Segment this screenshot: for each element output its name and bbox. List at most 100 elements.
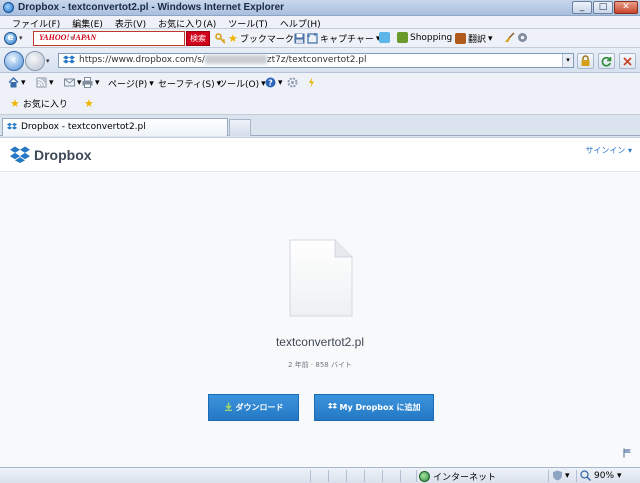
svg-text:?: ?: [268, 79, 273, 88]
chevron-down-icon[interactable]: ▾: [46, 57, 50, 65]
download-label: ダウンロード: [235, 403, 284, 412]
status-divider: [416, 470, 417, 482]
stop-icon[interactable]: [619, 53, 636, 69]
home-button[interactable]: ▾: [8, 77, 26, 88]
print-button[interactable]: ▾: [82, 77, 100, 88]
page-content: Dropbox サインイン ▾ textconvertot2.pl 2 年前 ·…: [0, 137, 640, 467]
status-divider: [400, 470, 401, 482]
cart-icon: [397, 32, 408, 43]
tab-label: Dropbox - textconvertot2.pl: [21, 122, 146, 132]
address-dropdown[interactable]: ▾: [562, 54, 573, 67]
mail-icon: [64, 77, 75, 88]
printer-icon: [82, 77, 93, 88]
page-menu[interactable]: ページ(P) ▾: [108, 77, 154, 91]
ie-menu-button[interactable]: e ▾: [4, 31, 28, 46]
add-to-dropbox-button[interactable]: My Dropbox に追加: [314, 394, 434, 421]
favorites-button[interactable]: ★ お気に入り: [10, 97, 68, 110]
flag-icon[interactable]: [623, 448, 632, 458]
back-button[interactable]: ‹: [4, 51, 24, 71]
capture-button[interactable]: キャプチャー ▾: [294, 32, 380, 45]
broom-button[interactable]: [504, 32, 528, 43]
chevron-down-icon: ▾: [617, 470, 622, 481]
new-tab-button[interactable]: [229, 119, 251, 136]
rss-icon: [36, 77, 47, 88]
yahoo-logo: YAHOO! JAPAN: [39, 33, 97, 42]
shield-icon: [552, 470, 563, 481]
download-icon: [224, 396, 233, 411]
key-icon: [215, 33, 226, 44]
add-favorite-icon[interactable]: ★: [84, 97, 94, 110]
status-divider: [576, 470, 577, 482]
download-button[interactable]: ダウンロード: [208, 394, 299, 421]
dropbox-logo-text[interactable]: Dropbox: [34, 147, 92, 163]
refresh-icon[interactable]: [598, 53, 615, 69]
signin-link[interactable]: サインイン ▾: [585, 145, 632, 156]
redacted-segment: [204, 55, 267, 64]
capture-icon: [307, 33, 318, 44]
lock-icon[interactable]: [577, 53, 594, 69]
yahoo-toolbar: e ▾ YAHOO! JAPAN ▾ 検索 ★ ブックマーク キャプチャー ▾ …: [0, 29, 640, 48]
chevron-down-icon: ▾: [149, 78, 154, 89]
url-suffix: zt7z/textconvertot2.pl: [266, 55, 367, 65]
status-divider: [328, 470, 329, 482]
twitter-button[interactable]: [379, 32, 390, 43]
minimize-button[interactable]: _: [572, 1, 592, 14]
close-button[interactable]: ✕: [614, 1, 638, 14]
address-bar[interactable]: https://www.dropbox.com/s/zt7z/textconve…: [58, 53, 574, 68]
chevron-down-icon: ▾: [19, 34, 23, 42]
chevron-down-icon: ▾: [95, 77, 100, 88]
mail-button[interactable]: ▾: [64, 77, 82, 88]
security-zone[interactable]: インターネット: [419, 470, 496, 483]
window-title: Dropbox - textconvertot2.pl - Windows In…: [18, 2, 285, 13]
yahoo-search-button[interactable]: 検索: [186, 31, 210, 46]
chevron-down-icon: ▾: [565, 470, 570, 481]
shopping-label: Shopping: [410, 32, 453, 43]
star-icon: ★: [228, 32, 238, 45]
research-button[interactable]: [287, 77, 298, 88]
zoom-icon: [580, 470, 592, 482]
star-icon: ★: [10, 97, 20, 110]
shopping-button[interactable]: Shopping: [397, 32, 452, 43]
zoom-level: 90%: [594, 470, 615, 481]
chevron-down-icon: ▾: [49, 77, 54, 88]
protected-mode-button[interactable]: ▾: [552, 470, 570, 481]
feeds-button[interactable]: ▾: [36, 77, 54, 88]
file-icon: [289, 239, 353, 317]
tools-menu[interactable]: ツール(O) ▾: [218, 77, 266, 91]
yahoo-search-input[interactable]: YAHOO! JAPAN ▾: [33, 31, 185, 46]
status-divider: [346, 470, 347, 482]
bookmark-button[interactable]: ★ ブックマーク: [215, 32, 294, 45]
maximize-button[interactable]: □: [593, 1, 613, 14]
options-icon: [517, 32, 528, 43]
flash-button[interactable]: [306, 77, 317, 88]
help-icon: ?: [265, 77, 276, 88]
dropbox-logo-icon[interactable]: [10, 146, 30, 163]
safety-menu[interactable]: セーフティ(S) ▾: [158, 77, 221, 91]
chevron-down-icon: ▾: [278, 77, 283, 88]
dropbox-header: Dropbox サインイン ▾: [0, 138, 640, 172]
translate-icon: [455, 33, 466, 44]
dropbox-icon: [327, 396, 337, 409]
forward-button[interactable]: ›: [25, 51, 45, 71]
status-divider: [364, 470, 365, 482]
tab-dropbox[interactable]: Dropbox - textconvertot2.pl: [2, 118, 228, 136]
url-prefix: https://www.dropbox.com/s/: [79, 55, 205, 65]
chevron-down-icon: ▾: [21, 77, 26, 88]
twitter-icon: [379, 32, 390, 43]
chevron-down-icon: ▾: [77, 77, 82, 88]
status-divider: [382, 470, 383, 482]
menu-bar: ファイル(F) 編集(E) 表示(V) お気に入り(A) ツール(T) ヘルプ(…: [0, 16, 640, 30]
file-meta: 2 年前 · 858 バイト: [288, 361, 352, 369]
status-bar: インターネット ▾ 90% ▾: [0, 467, 640, 483]
tools-menu-label: ツール(O): [218, 80, 260, 90]
chevron-down-icon: ▾: [488, 33, 493, 44]
gear-icon: [287, 77, 298, 88]
capture-label: キャプチャー: [320, 35, 374, 45]
favorites-label: お気に入り: [22, 100, 68, 110]
command-bar: ▾ ▾ ▾ ▾ ページ(P) ▾ セーフティ(S) ▾ ツール(O) ▾ ? ▾: [0, 73, 640, 93]
translate-label: 翻訳: [468, 35, 487, 45]
translate-button[interactable]: 翻訳 ▾: [455, 32, 493, 45]
ie-logo-icon: e: [4, 32, 17, 45]
zoom-control[interactable]: 90% ▾: [580, 470, 622, 482]
help-button[interactable]: ? ▾: [265, 77, 283, 88]
